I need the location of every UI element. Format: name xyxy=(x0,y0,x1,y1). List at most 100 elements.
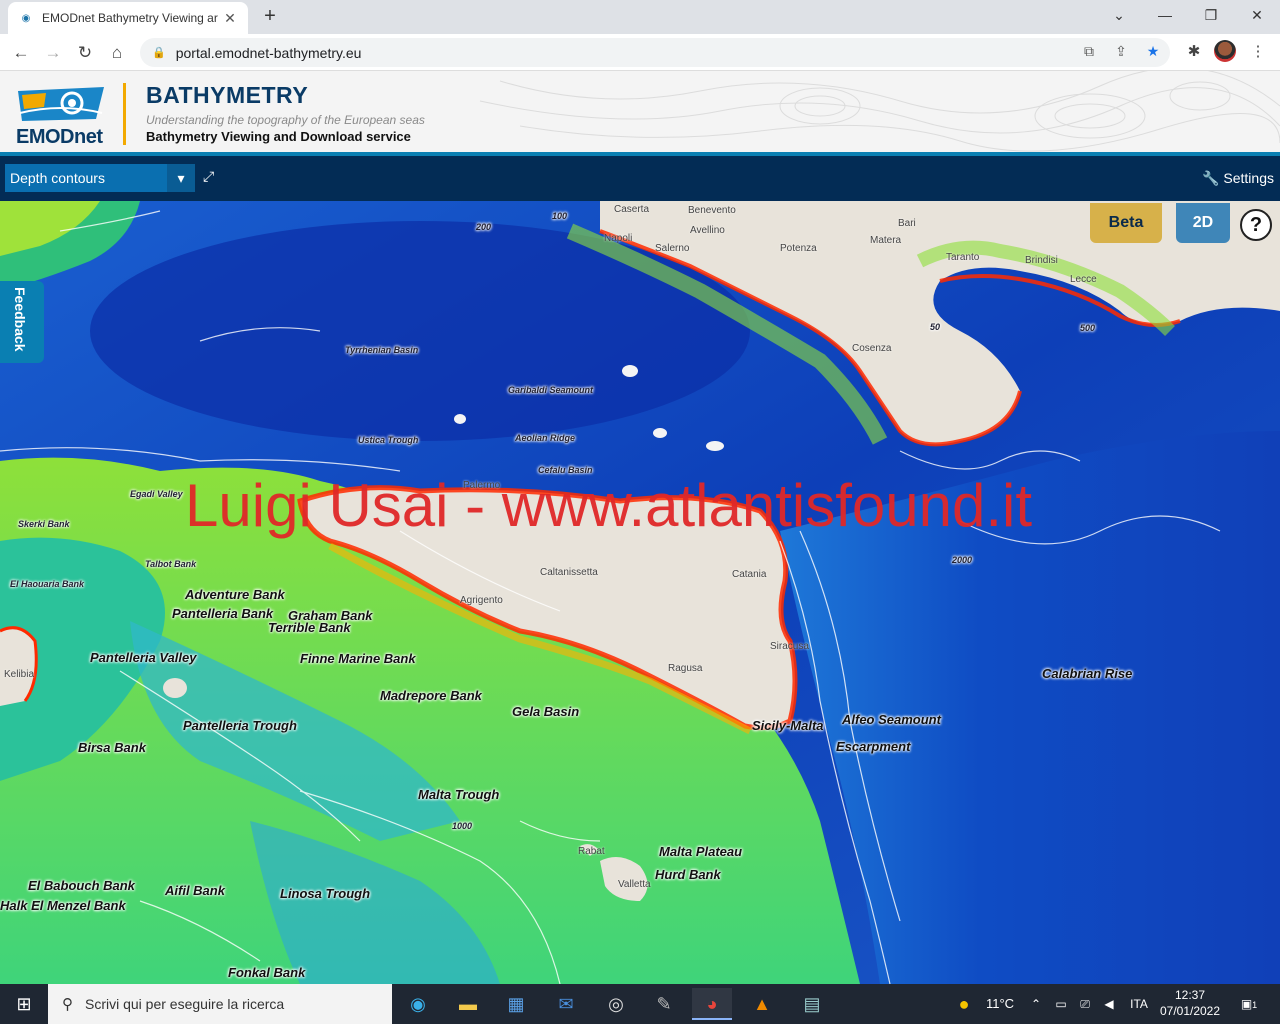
system-clock[interactable]: 12:37 07/01/2022 xyxy=(1150,987,1230,1019)
site-header: EMODnet BATHYMETRY Understanding the top… xyxy=(0,71,1280,152)
map-label: Skerki Bank xyxy=(18,519,70,529)
clock-time: 12:37 xyxy=(1174,988,1206,1002)
store-icon[interactable]: ▦ xyxy=(496,988,536,1020)
map-label: El Haouaria Bank xyxy=(10,579,85,589)
paint-icon[interactable]: ✎ xyxy=(644,988,684,1020)
city-label: Agrigento xyxy=(460,595,503,606)
notification-count: 1 xyxy=(1252,1000,1258,1010)
map-label: Malta Plateau xyxy=(659,844,743,859)
restore-button[interactable]: ❐ xyxy=(1188,0,1234,30)
brand-title: BATHYMETRY xyxy=(146,82,309,108)
bathymetry-map[interactable]: Adventure Bank Pantelleria Bank Graham B… xyxy=(0,201,1280,984)
share-icon[interactable]: ⇪ xyxy=(1110,40,1132,62)
browser-toolbar: ← → ↻ ⌂ 🔒 portal.emodnet-bathymetry.eu ⧉… xyxy=(0,34,1280,71)
tray-expand-icon[interactable]: ⌃ xyxy=(1024,984,1048,1024)
settings-button[interactable]: 🔧 Settings xyxy=(1202,170,1274,187)
address-bar[interactable]: 🔒 portal.emodnet-bathymetry.eu xyxy=(140,38,1170,67)
new-tab-button[interactable]: + xyxy=(258,5,282,29)
city-label: Benevento xyxy=(688,205,736,216)
feedback-tab[interactable]: Feedback xyxy=(0,281,44,363)
map-label: Finne Marine Bank xyxy=(300,651,416,666)
map-label: Calabrian Rise xyxy=(1042,666,1133,681)
2d-mode-button[interactable]: 2D xyxy=(1176,203,1230,243)
city-label: Catania xyxy=(732,569,767,580)
map-label: Terrible Bank xyxy=(268,620,351,635)
map-label: Pantelleria Bank xyxy=(172,606,274,621)
network-icon[interactable]: ⎚ xyxy=(1074,984,1096,1024)
menu-icon[interactable]: ⋮ xyxy=(1246,40,1270,64)
contour-label: 2000 xyxy=(952,555,973,565)
map-label: El Babouch Bank xyxy=(28,878,135,893)
map-label: Hurd Bank xyxy=(655,867,721,882)
layer-select[interactable]: Depth contours ▾ xyxy=(5,164,195,192)
windows-start-icon[interactable]: ⊞ xyxy=(0,984,48,1024)
brand-tagline: Understanding the topography of the Euro… xyxy=(146,113,425,127)
weather-temp[interactable]: 11°C xyxy=(980,984,1020,1024)
map-label: Fonkal Bank xyxy=(228,965,306,980)
city-label: Potenza xyxy=(780,243,817,254)
city-label: Salerno xyxy=(655,243,690,254)
map-toolbar: Depth contours ▾ ⤢ 🔧 Settings xyxy=(0,156,1280,201)
fullscreen-icon[interactable]: ⤢ xyxy=(203,168,214,185)
city-label: Bari xyxy=(898,218,916,229)
file-explorer-icon[interactable]: ▬ xyxy=(448,988,488,1020)
translate-icon[interactable]: ⧉ xyxy=(1078,40,1100,62)
map-label: Madrepore Bank xyxy=(380,688,482,703)
layer-select-value: Depth contours xyxy=(10,170,105,186)
map-label: Birsa Bank xyxy=(78,740,146,755)
windows-taskbar: ⊞ ⚲ Scrivi qui per eseguire la ricerca ◉… xyxy=(0,984,1280,1024)
map-label: Malta Trough xyxy=(418,787,500,802)
map-label: Adventure Bank xyxy=(185,587,285,602)
city-label: Cosenza xyxy=(852,343,892,354)
reload-button[interactable]: ↻ xyxy=(72,40,98,66)
city-label: Valletta xyxy=(618,879,651,890)
feedback-label: Feedback xyxy=(12,287,28,352)
obs-icon[interactable]: ◎ xyxy=(596,988,636,1020)
chevron-down-icon[interactable]: ▾ xyxy=(167,164,195,192)
contour-label: 100 xyxy=(552,211,568,221)
service-title: Bathymetry Viewing and Download service xyxy=(146,129,411,144)
city-label: Taranto xyxy=(946,252,980,263)
map-label: Halk El Menzel Bank xyxy=(0,898,126,913)
city-label: Lecce xyxy=(1070,274,1097,285)
clock-date: 07/01/2022 xyxy=(1159,1004,1221,1018)
header-divider xyxy=(123,83,126,145)
tab-close-icon[interactable]: ✕ xyxy=(222,10,238,27)
edge-icon[interactable]: ◉ xyxy=(398,988,438,1020)
city-label: Avellino xyxy=(690,225,725,236)
map-label: Garibaldi Seamount xyxy=(508,385,594,395)
back-button[interactable]: ← xyxy=(8,40,34,66)
map-label: Tyrrhenian Basin xyxy=(345,345,419,355)
search-icon: ⚲ xyxy=(62,996,73,1013)
lock-icon[interactable]: 🔒 xyxy=(152,46,166,59)
settings-label: Settings xyxy=(1223,170,1274,186)
logo-text: EMODnet xyxy=(16,126,103,148)
notes-icon[interactable]: ▤ xyxy=(792,988,832,1020)
help-icon[interactable]: ? xyxy=(1240,209,1272,241)
home-button[interactable]: ⌂ xyxy=(104,40,130,66)
forward-button[interactable]: → xyxy=(40,40,66,66)
city-label: Caltanissetta xyxy=(540,567,598,578)
watermark-text: Luigi Usai - www.atlantisfound.it xyxy=(185,472,1033,539)
volume-icon[interactable]: ◀ xyxy=(1098,984,1120,1024)
notifications-button[interactable]: ▣1 xyxy=(1236,984,1262,1024)
vlc-icon[interactable]: ▲ xyxy=(742,988,782,1020)
contour-label: 1000 xyxy=(452,821,473,831)
browser-tab[interactable]: ◉ EMODnet Bathymetry Viewing ar ✕ xyxy=(8,2,248,34)
weather-icon[interactable]: ● xyxy=(950,984,978,1024)
bookmark-star-icon[interactable]: ★ xyxy=(1142,40,1164,62)
mail-icon[interactable]: ✉ xyxy=(546,988,586,1020)
city-label: Caserta xyxy=(614,204,650,215)
map-label: Escarpment xyxy=(836,739,911,754)
taskbar-search[interactable]: ⚲ Scrivi qui per eseguire la ricerca xyxy=(48,984,392,1024)
meet-icon[interactable]: ▭ xyxy=(1050,984,1072,1024)
chrome-icon[interactable]: ◕ xyxy=(692,988,732,1020)
city-label: Napoli xyxy=(604,233,633,244)
minimize-button[interactable]: — xyxy=(1142,0,1188,30)
beta-button[interactable]: Beta xyxy=(1090,203,1162,243)
profile-avatar[interactable] xyxy=(1214,40,1236,62)
extensions-icon[interactable]: ✱ xyxy=(1182,40,1206,64)
contour-label: 500 xyxy=(1080,323,1096,333)
close-window-button[interactable]: ✕ xyxy=(1234,0,1280,30)
tab-search-icon[interactable]: ⌄ xyxy=(1096,0,1142,30)
